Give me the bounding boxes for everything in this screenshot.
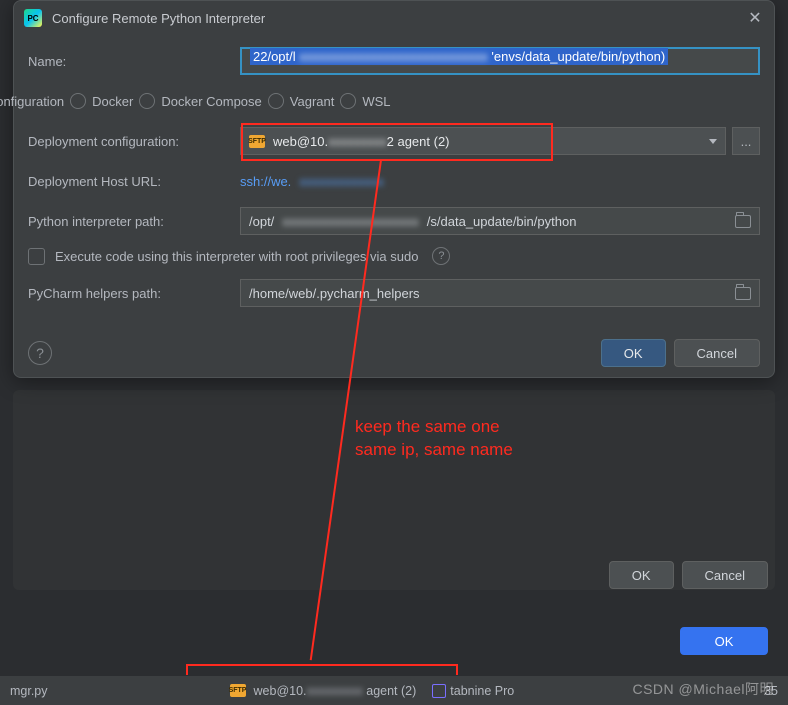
dialog-footer: ? OK Cancel — [14, 329, 774, 377]
behind-dialog-footer-2: OK — [680, 627, 768, 655]
interpreter-path-input[interactable]: /opt/xxxxxxxxxxxxxxxxxxxxx/s/data_update… — [240, 207, 760, 235]
ok-button[interactable]: OK — [601, 339, 666, 367]
name-value-suffix: 'envs/data_update/bin/python) — [491, 49, 665, 64]
name-value-redacted: xxxxxxxxxxxxxxxxxxxxxxxxxxxxx — [299, 49, 488, 64]
radio-wsl[interactable]: WSL — [340, 93, 390, 109]
status-tabnine[interactable]: tabnine Pro — [432, 684, 514, 698]
name-row: Name: 22/opt/l xxxxxxxxxxxxxxxxxxxxxxxxx… — [28, 47, 760, 75]
name-label: Name: — [28, 54, 240, 69]
dialog-title: Configure Remote Python Interpreter — [52, 11, 265, 26]
radio-deployment[interactable]: Deployment configuration — [0, 93, 64, 109]
dialog-titlebar: PC Configure Remote Python Interpreter ✕ — [14, 1, 774, 35]
configure-interpreter-dialog: PC Configure Remote Python Interpreter ✕… — [13, 0, 775, 378]
helpers-path-label: PyCharm helpers path: — [28, 286, 240, 301]
sudo-label: Execute code using this interpreter with… — [55, 249, 418, 264]
radio-dot-icon — [139, 93, 155, 109]
radio-docker[interactable]: Docker — [70, 93, 133, 109]
sudo-row: Execute code using this interpreter with… — [28, 247, 760, 265]
name-value-prefix: 22/opt/l — [253, 49, 296, 64]
host-url-label: Deployment Host URL: — [28, 174, 240, 189]
radio-docker-compose[interactable]: Docker Compose — [139, 93, 261, 109]
folder-icon[interactable] — [735, 215, 751, 228]
radio-dot-icon — [268, 93, 284, 109]
behind-dialog-footer-1: OK Cancel — [609, 561, 768, 589]
pycharm-app-icon: PC — [24, 9, 42, 27]
tabnine-icon — [432, 684, 446, 698]
chevron-down-icon — [709, 139, 717, 144]
sftp-icon: SFTP — [230, 684, 246, 697]
cancel-button[interactable]: Cancel — [682, 561, 768, 589]
host-url-redacted: xxxxxxxxxxxxx — [299, 174, 384, 189]
status-dep-redacted: xxxxxxxxx — [307, 684, 363, 698]
annotation-text: keep the same one same ip, same name — [355, 416, 513, 462]
host-url-link[interactable]: ssh://we.xxxxxxxxxxxxx — [240, 167, 760, 195]
ok-button[interactable]: OK — [680, 627, 768, 655]
interpreter-path-row: Python interpreter path: /opt/xxxxxxxxxx… — [28, 207, 760, 235]
status-file[interactable]: mgr.py — [10, 684, 48, 698]
radio-vagrant[interactable]: Vagrant — [268, 93, 335, 109]
type-radio-row: SSH Deployment configuration Docker Dock… — [28, 87, 760, 115]
deployment-config-label: Deployment configuration: — [28, 134, 240, 149]
status-right-text: 35 — [764, 684, 778, 698]
deployment-config-combo[interactable]: SFTP web@10.xxxxxxxxx2 agent (2) — [240, 127, 726, 155]
folder-icon[interactable] — [735, 287, 751, 300]
help-icon[interactable]: ? — [432, 247, 450, 265]
deployment-value-redacted: xxxxxxxxx — [328, 134, 387, 149]
deployment-config-row: Deployment configuration: SFTP web@10.xx… — [28, 127, 760, 155]
dialog-body: Name: 22/opt/l xxxxxxxxxxxxxxxxxxxxxxxxx… — [14, 35, 774, 307]
deployment-browse-button[interactable]: ... — [732, 127, 760, 155]
radio-dot-icon — [70, 93, 86, 109]
radio-dot-icon — [340, 93, 356, 109]
interpreter-path-label: Python interpreter path: — [28, 214, 240, 229]
interpreter-path-redacted: xxxxxxxxxxxxxxxxxxxxx — [282, 214, 419, 229]
close-icon[interactable]: ✕ — [746, 8, 764, 28]
host-url-row: Deployment Host URL: ssh://we.xxxxxxxxxx… — [28, 167, 760, 195]
deployment-value-prefix: web@10. — [273, 134, 328, 149]
sftp-icon: SFTP — [249, 135, 265, 148]
deployment-value-suffix: 2 agent (2) — [387, 134, 450, 149]
helpers-path-row: PyCharm helpers path: /home/web/.pycharm… — [28, 279, 760, 307]
help-button[interactable]: ? — [28, 341, 52, 365]
ok-button[interactable]: OK — [609, 561, 674, 589]
name-input[interactable]: 22/opt/l xxxxxxxxxxxxxxxxxxxxxxxxxxxxx '… — [240, 47, 760, 75]
helpers-path-input[interactable]: /home/web/.pycharm_helpers — [240, 279, 760, 307]
cancel-button[interactable]: Cancel — [674, 339, 760, 367]
status-deployment[interactable]: SFTP web@10.xxxxxxxxx agent (2) — [230, 684, 417, 698]
status-bar: mgr.py SFTP web@10.xxxxxxxxx agent (2) t… — [0, 675, 788, 705]
sudo-checkbox[interactable] — [28, 248, 45, 265]
